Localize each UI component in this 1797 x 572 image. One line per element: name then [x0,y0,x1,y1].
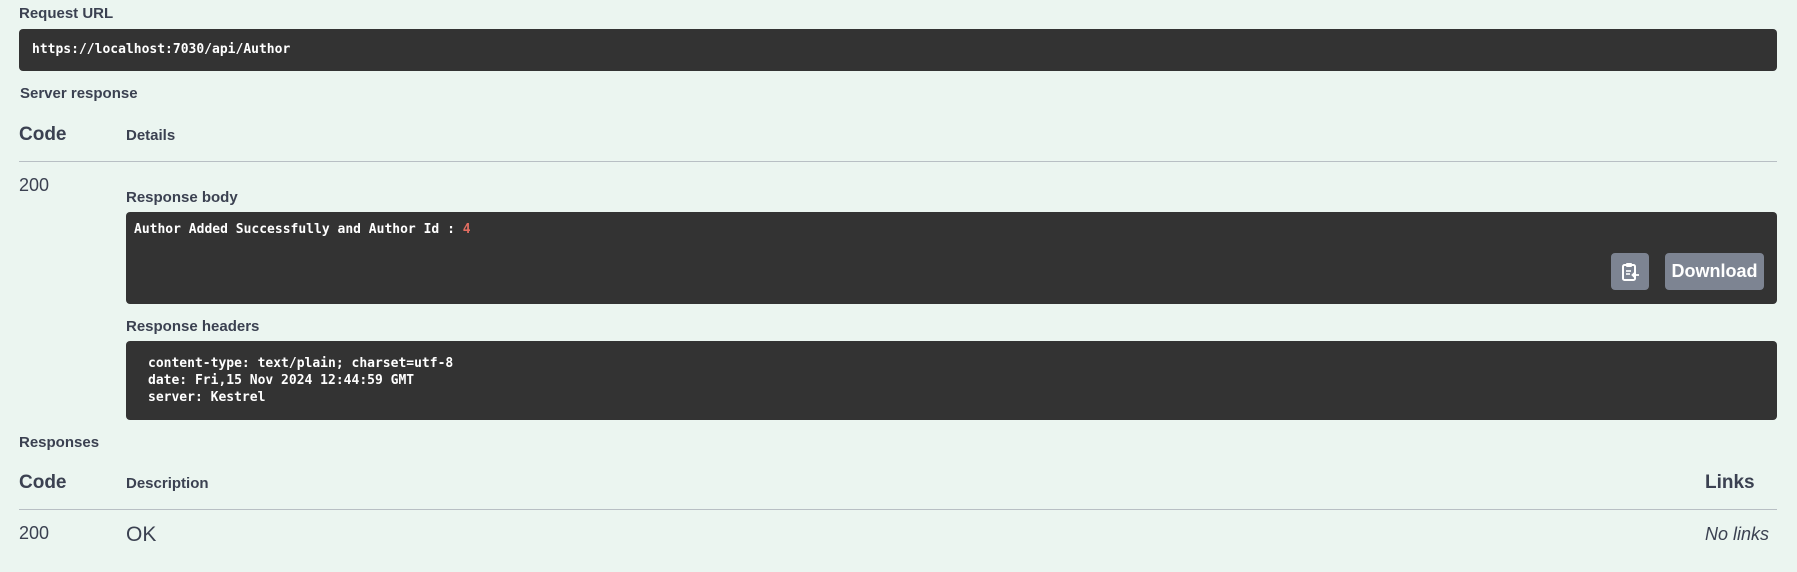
server-response-label: Server response [20,85,138,102]
response-body-label: Response body [126,189,238,206]
server-response-details-header: Details [126,127,176,144]
request-url-value: https://localhost:7030/api/Author [32,42,291,57]
responses-row-description: OK [126,523,157,546]
request-url-label: Request URL [19,5,114,22]
response-body-content: Author Added Successfully and Author Id … [134,222,471,237]
responses-code-header: Code [19,472,67,493]
response-headers-box: content-type: text/plain; charset=utf-8 … [126,341,1777,420]
response-header-line: server: Kestrel [148,390,266,405]
response-body-id-value: 4 [462,222,471,237]
response-body-box: Author Added Successfully and Author Id … [126,212,1777,304]
responses-label: Responses [19,434,100,451]
server-response-header-divider [19,161,1777,162]
response-body-text: Author Added Successfully and Author Id … [134,222,455,237]
download-button[interactable]: Download [1665,253,1764,290]
server-response-code-value: 200 [19,175,50,195]
clipboard-icon [1620,262,1640,282]
responses-description-header: Description [126,475,209,492]
responses-row-code: 200 [19,523,50,543]
copy-to-clipboard-button[interactable] [1611,253,1649,290]
request-url-box: https://localhost:7030/api/Author [19,29,1777,71]
response-header-line: date: Fri,15 Nov 2024 12:44:59 GMT [148,373,415,388]
response-headers-content: content-type: text/plain; charset=utf-8 … [148,355,453,406]
responses-row-links: No links [1705,524,1770,544]
responses-links-header: Links [1705,472,1755,493]
response-header-line: content-type: text/plain; charset=utf-8 [148,356,454,371]
server-response-code-header: Code [19,124,67,145]
responses-header-divider [19,509,1777,510]
response-headers-label: Response headers [126,318,260,335]
